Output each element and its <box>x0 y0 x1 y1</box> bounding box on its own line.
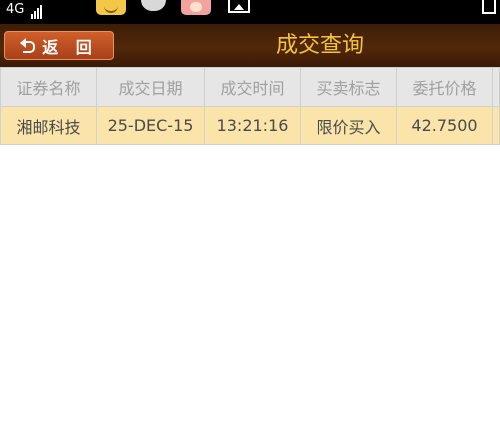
status-bar: 4G <box>0 0 500 24</box>
cell-trade-date: 25-DEC-15 <box>96 106 205 145</box>
trade-results-table: 证券名称 成交日期 成交时间 买卖标志 委托价格 湘邮科技 25-DEC-15 … <box>0 67 500 145</box>
cell-overflow <box>492 106 500 145</box>
back-arrow-icon <box>20 37 36 53</box>
column-header-order-price[interactable]: 委托价格 <box>396 67 493 107</box>
back-button-label: 返 回 <box>42 37 98 57</box>
battery-icon <box>482 0 496 14</box>
avatar-app-icon <box>181 0 211 15</box>
column-header-trade-side[interactable]: 买卖标志 <box>300 67 397 107</box>
column-header-security-name[interactable]: 证券名称 <box>0 67 97 107</box>
page-title: 成交查询 <box>275 33 364 58</box>
signal-label: 4G <box>6 2 25 17</box>
smiley-app-icon <box>96 0 126 15</box>
table-row[interactable]: 湘邮科技 25-DEC-15 13:21:16 限价买入 42.7500 <box>0 106 500 145</box>
cell-order-price: 42.7500 <box>396 106 493 145</box>
app-header: 返 回 成交查询 <box>0 24 500 67</box>
column-header-trade-time[interactable]: 成交时间 <box>204 67 301 107</box>
signal-indicator: 4G <box>6 1 43 19</box>
cell-security-name: 湘邮科技 <box>0 106 97 145</box>
cell-trade-side: 限价买入 <box>300 106 397 145</box>
column-header-overflow <box>492 67 500 107</box>
table-header-row: 证券名称 成交日期 成交时间 买卖标志 委托价格 <box>0 67 500 107</box>
image-icon <box>228 0 250 13</box>
column-header-trade-date[interactable]: 成交日期 <box>96 67 205 107</box>
signal-bars-icon <box>30 1 43 19</box>
cloud-icon <box>141 0 166 11</box>
back-button[interactable]: 返 回 <box>4 31 114 60</box>
cell-trade-time: 13:21:16 <box>204 106 301 145</box>
